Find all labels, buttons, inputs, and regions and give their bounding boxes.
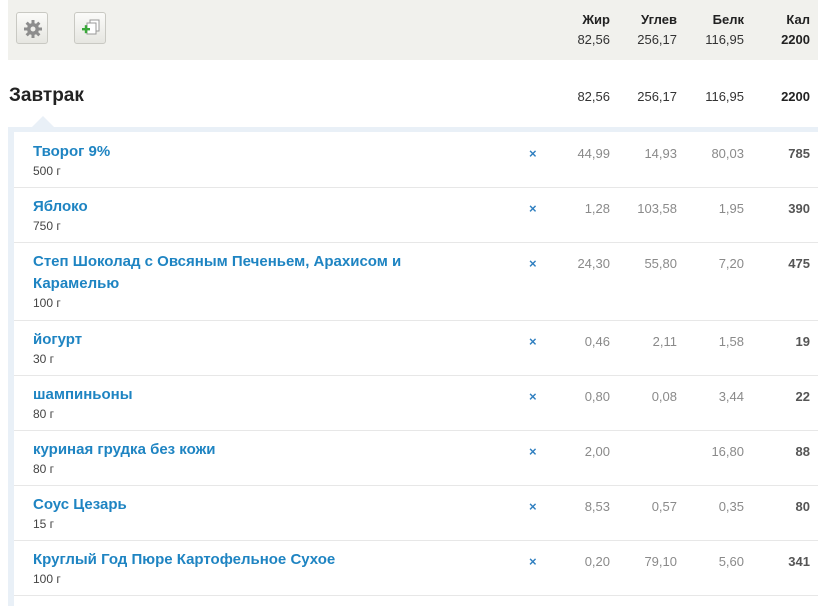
item-carbs: 55,80: [644, 256, 677, 271]
item-fat: 0,80: [584, 389, 610, 404]
food-item-amount: 30 г: [33, 352, 55, 366]
meal-protein: 116,95: [705, 89, 744, 104]
add-copy-button[interactable]: [74, 12, 106, 44]
remove-item-button[interactable]: ×: [529, 389, 537, 404]
food-item-row: Яблоко 750 г × 1,28 103,58 1,95 390: [14, 187, 818, 243]
item-fat: 0,20: [584, 554, 610, 569]
item-protein: 1,95: [718, 201, 744, 216]
kcal-column-header: Кал: [786, 12, 810, 27]
food-item-row: йогурт 30 г × 0,46 2,11 1,58 19: [14, 320, 818, 376]
meal-pointer: [32, 116, 54, 127]
food-item-row: Соус Цезарь 15 г × 8,53 0,57 0,35 80: [14, 485, 818, 541]
remove-item-button[interactable]: ×: [529, 499, 537, 514]
meal-carbs: 256,17: [637, 89, 677, 104]
food-item-row: шампиньоны 80 г × 0,80 0,08 3,44 22: [14, 375, 818, 431]
item-protein: 5,60: [718, 554, 744, 569]
meal-fat: 82,56: [577, 89, 610, 104]
carbs-column-header: Углев: [641, 12, 677, 27]
gear-icon: [24, 20, 42, 38]
item-fat: 0,46: [584, 334, 610, 349]
meal-kcal: 2200: [781, 89, 810, 104]
food-item-name[interactable]: Степ Шоколад с Овсяным Печеньем, Арахисо…: [33, 251, 453, 295]
remove-item-button[interactable]: ×: [529, 334, 537, 349]
protein-column-header: Белк: [712, 12, 744, 27]
food-item-row: Степ Шоколад с Овсяным Печеньем, Арахисо…: [14, 242, 818, 321]
remove-item-button[interactable]: ×: [529, 554, 537, 569]
item-carbs: 103,58: [637, 201, 677, 216]
item-fat: 1,28: [584, 201, 610, 216]
food-item-amount: 80 г: [33, 407, 55, 421]
food-item-name[interactable]: шампиньоны: [33, 384, 453, 406]
item-protein: 16,80: [711, 444, 744, 459]
food-item-amount: 500 г: [33, 164, 61, 178]
food-item-name[interactable]: куриная грудка без кожи: [33, 439, 453, 461]
food-item-amount: 100 г: [33, 296, 61, 310]
item-kcal: 785: [788, 146, 810, 161]
toolbar: [8, 0, 818, 60]
item-carbs: 2,11: [652, 334, 677, 349]
food-item-row: куриная грудка без кожи 80 г × 2,00 16,80 88: [14, 430, 818, 486]
item-fat: 24,30: [577, 256, 610, 271]
remove-item-button[interactable]: ×: [529, 256, 537, 271]
item-protein: 7,20: [718, 256, 744, 271]
item-fat: 44,99: [577, 146, 610, 161]
settings-button[interactable]: [16, 12, 48, 44]
food-item-name[interactable]: Соус Цезарь: [33, 494, 453, 516]
meal-title: Завтрак: [9, 85, 84, 106]
food-item-name[interactable]: Творог 9%: [33, 141, 453, 163]
food-item-row: Круглый Год Пюре Картофельное Сухое 100 г…: [14, 540, 818, 596]
food-item-row: Творог 9% 500 г × 44,99 14,93 80,03 785: [14, 132, 818, 188]
item-carbs: 0,57: [651, 499, 677, 514]
item-fat: 8,53: [584, 499, 610, 514]
item-carbs: 0,08: [651, 389, 677, 404]
fat-column-header: Жир: [582, 12, 610, 27]
item-kcal: 80: [795, 499, 810, 514]
item-fat: 2,00: [584, 444, 610, 459]
item-kcal: 341: [788, 554, 810, 569]
total-carbs: 256,17: [637, 32, 677, 47]
item-protein: 3,44: [718, 389, 744, 404]
item-kcal: 88: [795, 444, 810, 459]
food-item-amount: 100 г: [33, 572, 61, 586]
item-kcal: 19: [795, 334, 810, 349]
total-fat: 82,56: [577, 32, 610, 47]
total-protein: 116,95: [705, 32, 744, 47]
item-protein: 1,58: [718, 334, 744, 349]
remove-item-button[interactable]: ×: [529, 146, 537, 161]
remove-item-button[interactable]: ×: [529, 201, 537, 216]
food-item-name[interactable]: йогурт: [33, 329, 453, 351]
food-item-amount: 15 г: [33, 517, 55, 531]
total-kcal: 2200: [781, 32, 810, 47]
add-copy-icon: [82, 19, 100, 35]
food-item-name[interactable]: Яблоко: [33, 196, 453, 218]
item-carbs: 79,10: [644, 554, 677, 569]
item-protein: 80,03: [711, 146, 744, 161]
item-kcal: 475: [788, 256, 810, 271]
food-item-name[interactable]: Круглый Год Пюре Картофельное Сухое: [33, 549, 453, 571]
remove-item-button[interactable]: ×: [529, 444, 537, 459]
item-carbs: 14,93: [644, 146, 677, 161]
item-protein: 0,35: [718, 499, 744, 514]
food-item-amount: 750 г: [33, 219, 61, 233]
food-item-amount: 80 г: [33, 462, 55, 476]
item-kcal: 390: [788, 201, 810, 216]
item-kcal: 22: [795, 389, 810, 404]
